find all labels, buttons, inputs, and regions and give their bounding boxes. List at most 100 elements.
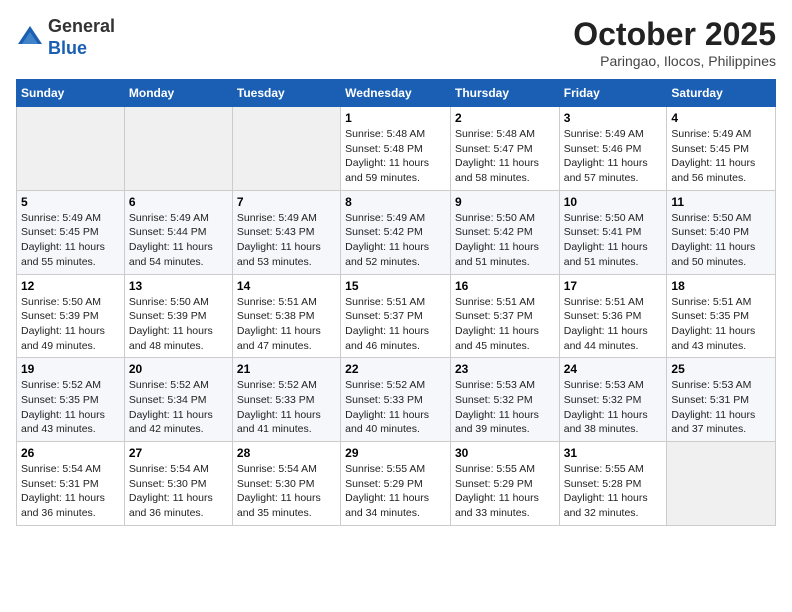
month-title: October 2025 [573, 16, 776, 53]
calendar-week-row: 12 Sunrise: 5:50 AM Sunset: 5:39 PM Dayli… [17, 274, 776, 358]
day-number: 19 [21, 362, 120, 376]
calendar-week-row: 5 Sunrise: 5:49 AM Sunset: 5:45 PM Daylig… [17, 190, 776, 274]
day-number: 14 [237, 279, 336, 293]
cell-content: Sunrise: 5:49 AM Sunset: 5:43 PM Dayligh… [237, 211, 336, 270]
day-number: 9 [455, 195, 555, 209]
page-header: General Blue October 2025 Paringao, Iloc… [16, 16, 776, 69]
weekday-header: Thursday [450, 80, 559, 107]
logo-icon [16, 24, 44, 52]
cell-content: Sunrise: 5:52 AM Sunset: 5:35 PM Dayligh… [21, 378, 120, 437]
logo-general: General [48, 16, 115, 38]
cell-content: Sunrise: 5:51 AM Sunset: 5:37 PM Dayligh… [455, 295, 555, 354]
calendar-cell [124, 107, 232, 191]
cell-content: Sunrise: 5:50 AM Sunset: 5:42 PM Dayligh… [455, 211, 555, 270]
cell-content: Sunrise: 5:54 AM Sunset: 5:30 PM Dayligh… [237, 462, 336, 521]
day-number: 16 [455, 279, 555, 293]
day-number: 6 [129, 195, 228, 209]
calendar-cell: 16 Sunrise: 5:51 AM Sunset: 5:37 PM Dayli… [450, 274, 559, 358]
calendar-cell [17, 107, 125, 191]
calendar-cell: 23Sunrise: 5:53 AM Sunset: 5:32 PM Dayli… [450, 358, 559, 442]
day-number: 28 [237, 446, 336, 460]
cell-content: Sunrise: 5:48 AM Sunset: 5:47 PM Dayligh… [455, 127, 555, 186]
cell-content: Sunrise: 5:49 AM Sunset: 5:42 PM Dayligh… [345, 211, 446, 270]
day-number: 31 [564, 446, 663, 460]
cell-content: Sunrise: 5:52 AM Sunset: 5:33 PM Dayligh… [345, 378, 446, 437]
cell-content: Sunrise: 5:49 AM Sunset: 5:45 PM Dayligh… [671, 127, 771, 186]
calendar-cell [667, 442, 776, 526]
weekday-header: Friday [559, 80, 667, 107]
calendar-cell: 26Sunrise: 5:54 AM Sunset: 5:31 PM Dayli… [17, 442, 125, 526]
calendar-cell: 10Sunrise: 5:50 AM Sunset: 5:41 PM Dayli… [559, 190, 667, 274]
cell-content: Sunrise: 5:51 AM Sunset: 5:37 PM Dayligh… [345, 295, 446, 354]
day-number: 12 [21, 279, 120, 293]
cell-content: Sunrise: 5:49 AM Sunset: 5:45 PM Dayligh… [21, 211, 120, 270]
calendar-cell: 31Sunrise: 5:55 AM Sunset: 5:28 PM Dayli… [559, 442, 667, 526]
calendar-cell: 7 Sunrise: 5:49 AM Sunset: 5:43 PM Daylig… [232, 190, 340, 274]
weekday-header: Sunday [17, 80, 125, 107]
day-number: 15 [345, 279, 446, 293]
cell-content: Sunrise: 5:51 AM Sunset: 5:38 PM Dayligh… [237, 295, 336, 354]
cell-content: Sunrise: 5:50 AM Sunset: 5:39 PM Dayligh… [129, 295, 228, 354]
cell-content: Sunrise: 5:49 AM Sunset: 5:44 PM Dayligh… [129, 211, 228, 270]
day-number: 13 [129, 279, 228, 293]
calendar-cell: 19 Sunrise: 5:52 AM Sunset: 5:35 PM Dayli… [17, 358, 125, 442]
calendar-cell: 29Sunrise: 5:55 AM Sunset: 5:29 PM Dayli… [341, 442, 451, 526]
calendar-cell: 8 Sunrise: 5:49 AM Sunset: 5:42 PM Daylig… [341, 190, 451, 274]
calendar-header-row: SundayMondayTuesdayWednesdayThursdayFrid… [17, 80, 776, 107]
day-number: 10 [564, 195, 663, 209]
calendar-cell: 25 Sunrise: 5:53 AM Sunset: 5:31 PM Dayli… [667, 358, 776, 442]
calendar-cell: 5 Sunrise: 5:49 AM Sunset: 5:45 PM Daylig… [17, 190, 125, 274]
calendar-cell: 18Sunrise: 5:51 AM Sunset: 5:35 PM Dayli… [667, 274, 776, 358]
weekday-header: Monday [124, 80, 232, 107]
calendar-week-row: 26Sunrise: 5:54 AM Sunset: 5:31 PM Dayli… [17, 442, 776, 526]
cell-content: Sunrise: 5:50 AM Sunset: 5:39 PM Dayligh… [21, 295, 120, 354]
day-number: 2 [455, 111, 555, 125]
day-number: 27 [129, 446, 228, 460]
calendar-cell [232, 107, 340, 191]
cell-content: Sunrise: 5:48 AM Sunset: 5:48 PM Dayligh… [345, 127, 446, 186]
day-number: 11 [671, 195, 771, 209]
calendar-cell: 9 Sunrise: 5:50 AM Sunset: 5:42 PM Daylig… [450, 190, 559, 274]
calendar-cell: 28 Sunrise: 5:54 AM Sunset: 5:30 PM Dayli… [232, 442, 340, 526]
logo-blue: Blue [48, 38, 115, 60]
logo: General Blue [16, 16, 115, 59]
weekday-header: Wednesday [341, 80, 451, 107]
day-number: 4 [671, 111, 771, 125]
calendar-cell: 1Sunrise: 5:48 AM Sunset: 5:48 PM Daylig… [341, 107, 451, 191]
calendar-cell: 15 Sunrise: 5:51 AM Sunset: 5:37 PM Dayli… [341, 274, 451, 358]
day-number: 7 [237, 195, 336, 209]
calendar-cell: 11 Sunrise: 5:50 AM Sunset: 5:40 PM Dayli… [667, 190, 776, 274]
cell-content: Sunrise: 5:50 AM Sunset: 5:40 PM Dayligh… [671, 211, 771, 270]
day-number: 5 [21, 195, 120, 209]
day-number: 24 [564, 362, 663, 376]
day-number: 18 [671, 279, 771, 293]
cell-content: Sunrise: 5:55 AM Sunset: 5:29 PM Dayligh… [345, 462, 446, 521]
cell-content: Sunrise: 5:53 AM Sunset: 5:31 PM Dayligh… [671, 378, 771, 437]
cell-content: Sunrise: 5:52 AM Sunset: 5:34 PM Dayligh… [129, 378, 228, 437]
cell-content: Sunrise: 5:54 AM Sunset: 5:31 PM Dayligh… [21, 462, 120, 521]
cell-content: Sunrise: 5:55 AM Sunset: 5:29 PM Dayligh… [455, 462, 555, 521]
weekday-header: Tuesday [232, 80, 340, 107]
day-number: 8 [345, 195, 446, 209]
day-number: 21 [237, 362, 336, 376]
calendar-cell: 24 Sunrise: 5:53 AM Sunset: 5:32 PM Dayli… [559, 358, 667, 442]
day-number: 3 [564, 111, 663, 125]
calendar-cell: 22Sunrise: 5:52 AM Sunset: 5:33 PM Dayli… [341, 358, 451, 442]
calendar-cell: 21 Sunrise: 5:52 AM Sunset: 5:33 PM Dayli… [232, 358, 340, 442]
cell-content: Sunrise: 5:52 AM Sunset: 5:33 PM Dayligh… [237, 378, 336, 437]
location: Paringao, Ilocos, Philippines [573, 53, 776, 69]
cell-content: Sunrise: 5:53 AM Sunset: 5:32 PM Dayligh… [564, 378, 663, 437]
calendar-cell: 13 Sunrise: 5:50 AM Sunset: 5:39 PM Dayli… [124, 274, 232, 358]
day-number: 23 [455, 362, 555, 376]
calendar-cell: 14 Sunrise: 5:51 AM Sunset: 5:38 PM Dayli… [232, 274, 340, 358]
calendar-cell: 27 Sunrise: 5:54 AM Sunset: 5:30 PM Dayli… [124, 442, 232, 526]
cell-content: Sunrise: 5:54 AM Sunset: 5:30 PM Dayligh… [129, 462, 228, 521]
calendar-cell: 6 Sunrise: 5:49 AM Sunset: 5:44 PM Daylig… [124, 190, 232, 274]
day-number: 20 [129, 362, 228, 376]
calendar-table: SundayMondayTuesdayWednesdayThursdayFrid… [16, 79, 776, 526]
day-number: 30 [455, 446, 555, 460]
day-number: 25 [671, 362, 771, 376]
calendar-week-row: 1Sunrise: 5:48 AM Sunset: 5:48 PM Daylig… [17, 107, 776, 191]
cell-content: Sunrise: 5:49 AM Sunset: 5:46 PM Dayligh… [564, 127, 663, 186]
calendar-cell: 17Sunrise: 5:51 AM Sunset: 5:36 PM Dayli… [559, 274, 667, 358]
